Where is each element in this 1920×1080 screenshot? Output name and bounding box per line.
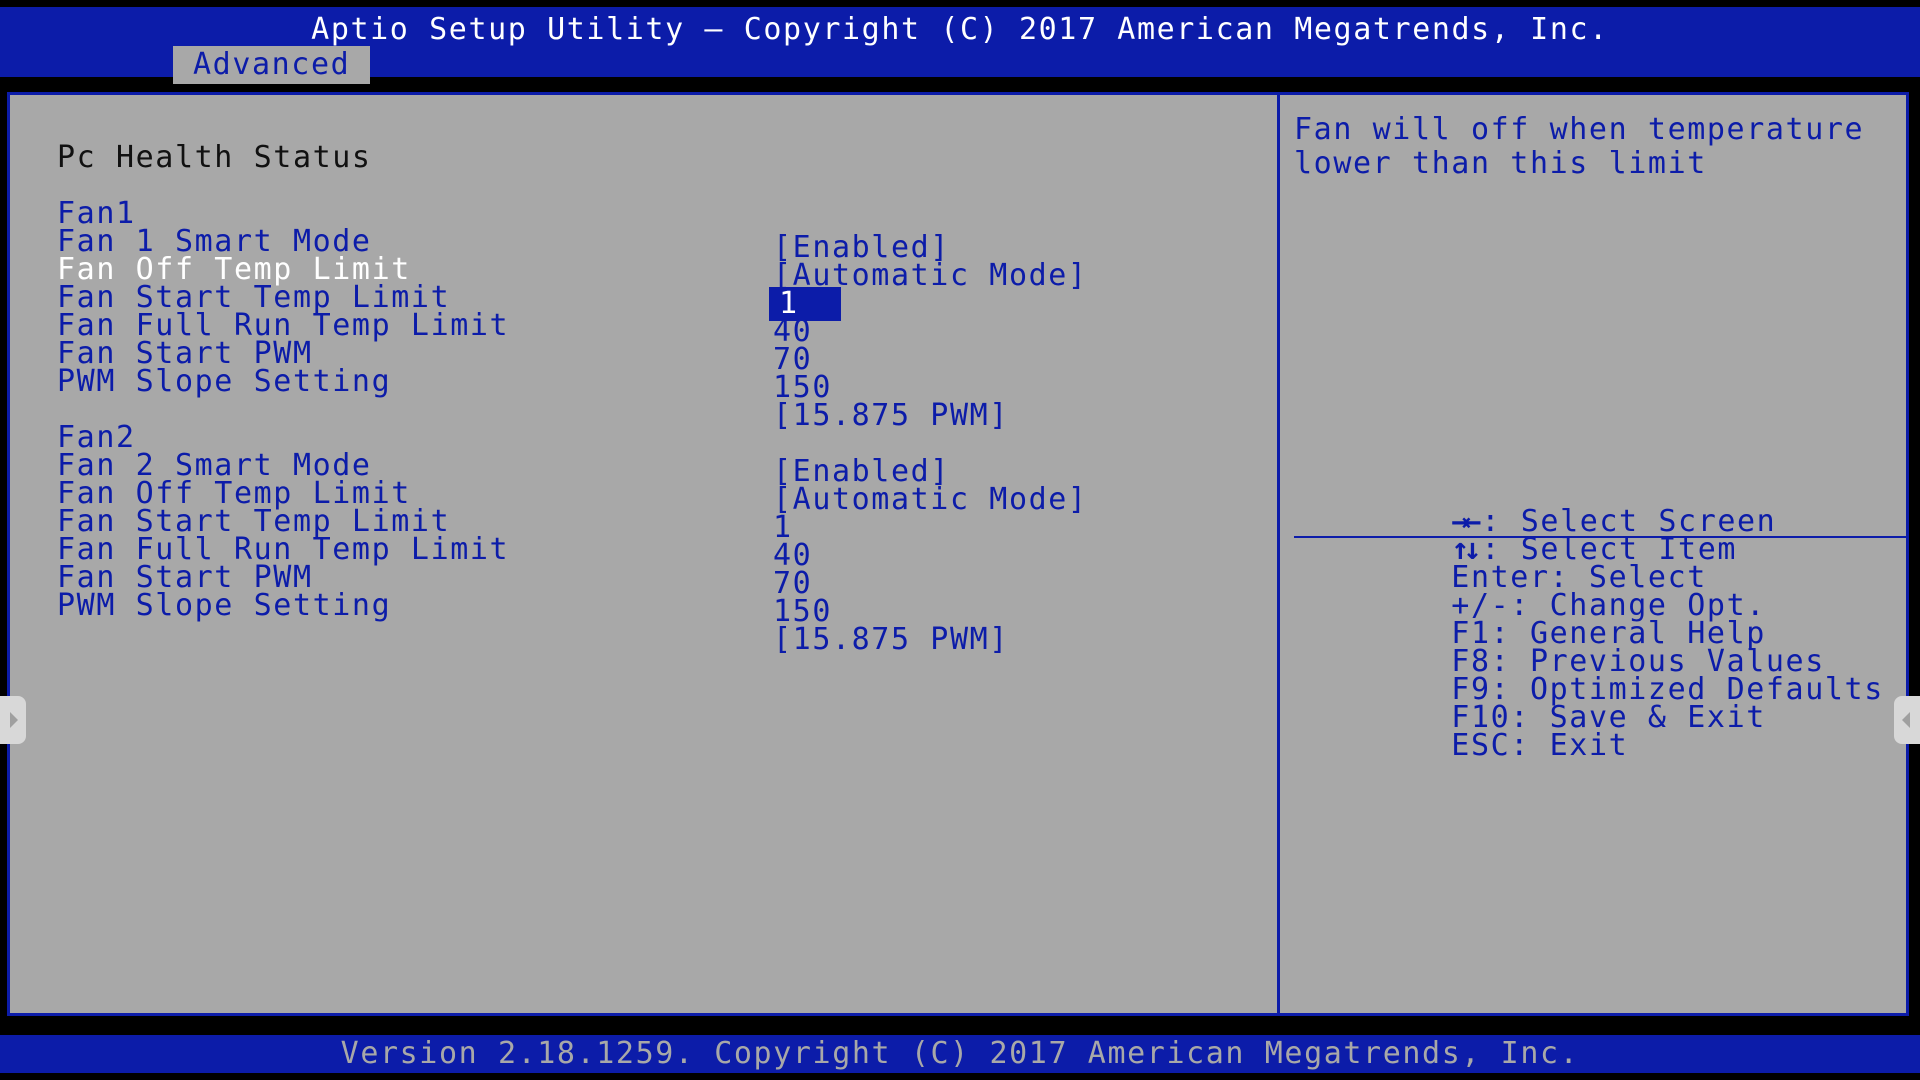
settings-list: Pc Health Status Fan1 [Enabled] Fan 1 Sm… (10, 95, 1277, 1013)
chevron-left-icon (1902, 712, 1910, 728)
chevron-right-icon (10, 712, 18, 728)
bios-screen: Aptio Setup Utility – Copyright (C) 2017… (0, 0, 1920, 1080)
left-edge-handle[interactable] (0, 696, 26, 744)
app-title: Aptio Setup Utility – Copyright (C) 2017… (311, 12, 1609, 47)
version-footer: Version 2.18.1259. Copyright (C) 2017 Am… (0, 1035, 1920, 1073)
help-description: Fan will off when temperature lower than… (1294, 112, 1865, 181)
page-heading-row: Pc Health Status (10, 107, 1270, 175)
setting-value[interactable]: [15.875 PWM] (773, 623, 1009, 657)
key-hint-text: : Exit (1510, 728, 1629, 763)
title-bar: Aptio Setup Utility – Copyright (C) 2017… (0, 7, 1920, 84)
key-hint-esc: ESC: Exit (1294, 695, 1628, 763)
setting-row-fan2-pwm-slope[interactable]: PWM Slope Setting [15.875 PWM] (10, 555, 1270, 657)
tab-advanced[interactable]: Advanced (173, 46, 371, 84)
right-edge-handle[interactable] (1894, 696, 1920, 744)
main-panel: Pc Health Status Fan1 [Enabled] Fan 1 Sm… (7, 92, 1909, 1016)
help-panel: Fan will off when temperature lower than… (1280, 95, 1907, 1013)
setting-row-fan1-pwm-slope[interactable]: PWM Slope Setting [15.875 PWM] (10, 331, 1270, 433)
setting-label: PWM Slope Setting (57, 588, 392, 623)
key-name: ESC (1451, 728, 1511, 763)
